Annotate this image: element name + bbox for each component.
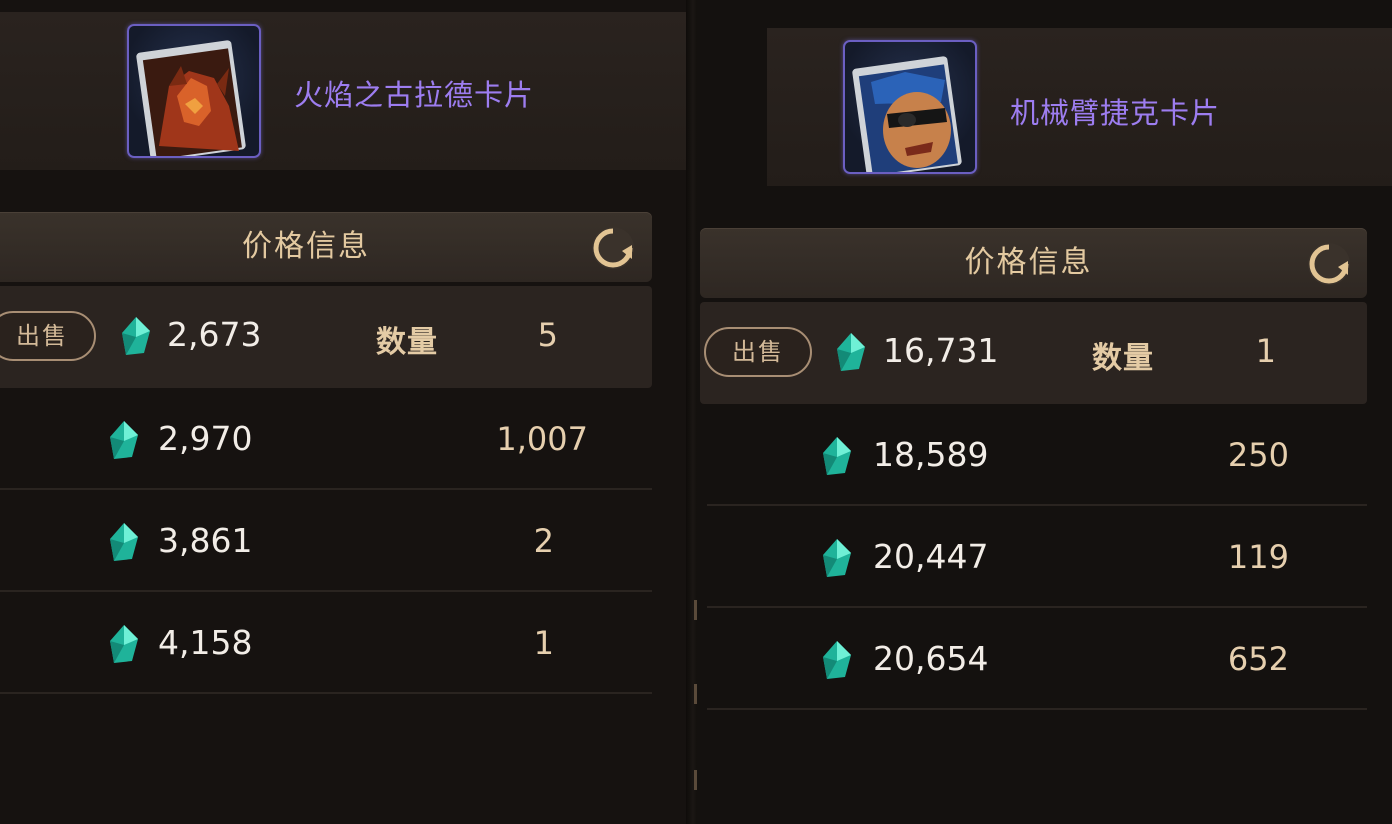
listing-quantity: 1,007 xyxy=(496,420,588,458)
listing-quantity: 250 xyxy=(1227,436,1289,474)
listing-price: 20,447 xyxy=(873,537,989,576)
gem-icon xyxy=(122,317,150,355)
price-info-title: 价格信息 xyxy=(242,229,370,264)
price-info-header: 价格信息 xyxy=(0,212,652,282)
gem-icon xyxy=(837,333,865,371)
listing-row[interactable]: 4,158 1 xyxy=(0,592,652,694)
mech-arm-portrait-icon xyxy=(852,56,962,172)
price-info-title: 价格信息 xyxy=(964,245,1093,280)
listing-row[interactable]: 3,861 2 xyxy=(0,490,652,592)
gem-icon xyxy=(110,625,138,663)
quantity-label: 数量 xyxy=(1092,341,1154,376)
listing-quantity: 119 xyxy=(1227,538,1289,576)
listing-quantity: 652 xyxy=(1227,640,1289,678)
market-panel-left: 火焰之古拉德卡片 价格信息 出售 2,673 数量 5 2,970 1,007 xyxy=(0,0,697,824)
refresh-icon[interactable] xyxy=(590,225,636,271)
listing-quantity: 5 xyxy=(537,316,558,354)
sell-button[interactable]: 出售 xyxy=(704,327,812,377)
gem-icon xyxy=(110,421,138,459)
gem-icon xyxy=(110,523,138,561)
quantity-label: 数量 xyxy=(376,325,438,360)
price-info-header: 价格信息 xyxy=(700,228,1367,298)
gem-icon xyxy=(823,641,851,679)
sell-button[interactable]: 出售 xyxy=(0,311,96,361)
card-name: 火焰之古拉德卡片 xyxy=(294,78,535,112)
listing-price: 3,861 xyxy=(158,521,253,560)
listing-row[interactable]: 18,589 250 xyxy=(707,404,1367,506)
card-thumbnail[interactable] xyxy=(127,24,261,158)
listing-price: 4,158 xyxy=(158,623,253,662)
gem-icon xyxy=(823,437,851,475)
listing-quantity: 1 xyxy=(1255,332,1276,370)
gem-icon xyxy=(823,539,851,577)
listing-row[interactable]: 出售 16,731 数量 1 xyxy=(700,302,1367,404)
listing-row[interactable]: 出售 2,673 数量 5 xyxy=(0,286,652,388)
fire-warrior-portrait-icon xyxy=(136,40,246,156)
listing-price: 18,589 xyxy=(873,435,989,474)
listing-row[interactable]: 2,970 1,007 xyxy=(0,388,652,490)
listing-price: 2,673 xyxy=(167,315,262,354)
listing-row[interactable]: 20,654 652 xyxy=(707,608,1367,710)
listing-quantity: 1 xyxy=(533,624,554,662)
listing-price: 16,731 xyxy=(883,331,999,370)
refresh-icon[interactable] xyxy=(1306,241,1352,287)
listing-price: 20,654 xyxy=(873,639,989,678)
card-name: 机械臂捷克卡片 xyxy=(1010,96,1221,130)
listing-quantity: 2 xyxy=(533,522,554,560)
listing-price: 2,970 xyxy=(158,419,253,458)
card-header: 火焰之古拉德卡片 xyxy=(0,12,697,170)
market-panel-right: 机械臂捷克卡片 价格信息 出售 16,731 数量 1 18,589 250 2… xyxy=(697,0,1392,824)
listing-row[interactable]: 20,447 119 xyxy=(707,506,1367,608)
card-thumbnail[interactable] xyxy=(843,40,977,174)
card-header: 机械臂捷克卡片 xyxy=(767,28,1392,186)
